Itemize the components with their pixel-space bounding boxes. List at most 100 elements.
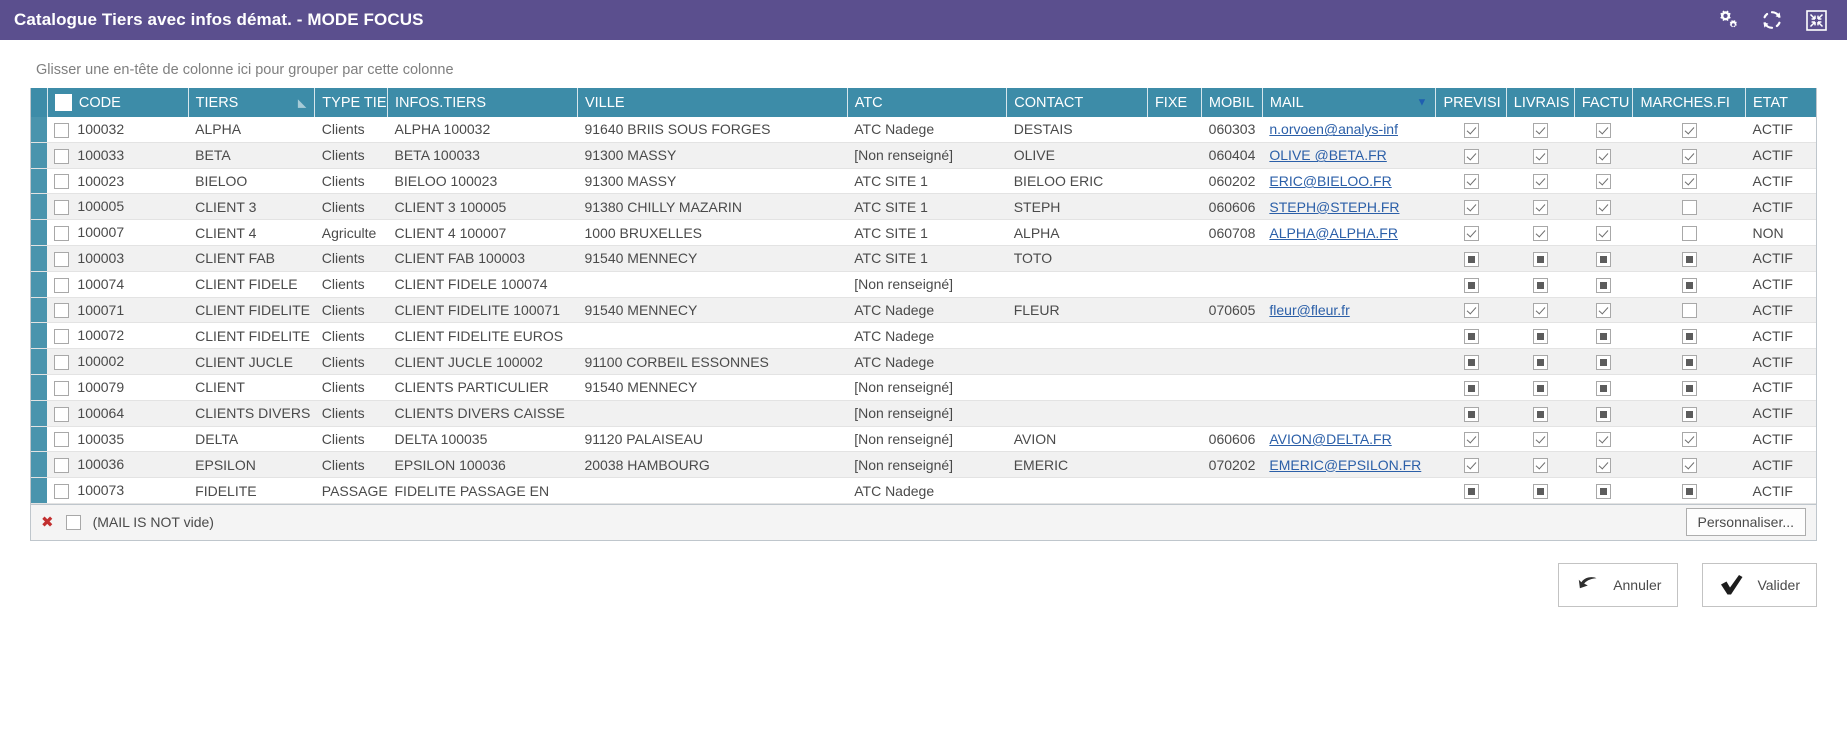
cell-livrais[interactable] bbox=[1506, 297, 1574, 323]
cell-type-tie[interactable]: Clients bbox=[315, 323, 388, 349]
cell-tiers[interactable]: FIDELITE bbox=[188, 478, 315, 504]
cell-previsi-checkbox[interactable] bbox=[1464, 381, 1479, 396]
cell-factu-checkbox[interactable] bbox=[1596, 200, 1611, 215]
cell-ville[interactable]: 91540 MENNECY bbox=[577, 297, 847, 323]
cell-tiers[interactable]: CLIENT FIDELITE bbox=[188, 297, 315, 323]
filter-enabled-checkbox[interactable] bbox=[66, 515, 81, 530]
cell-livrais[interactable] bbox=[1506, 426, 1574, 452]
cell-livrais[interactable] bbox=[1506, 349, 1574, 375]
cell-mobil[interactable]: 060404 bbox=[1201, 142, 1262, 168]
cell-mail[interactable]: EMERIC@EPSILON.FR bbox=[1262, 452, 1436, 478]
cell-livrais-checkbox[interactable] bbox=[1533, 407, 1548, 422]
cell-marches-fi-checkbox[interactable] bbox=[1682, 407, 1697, 422]
column-header-tiers[interactable]: TIERS ◣ bbox=[188, 88, 315, 117]
gears-icon[interactable] bbox=[1717, 9, 1739, 31]
cell-tiers[interactable]: ALPHA bbox=[188, 117, 315, 142]
cell-atc[interactable]: [Non renseigné] bbox=[847, 271, 1007, 297]
column-header-fixe[interactable]: FIXE bbox=[1147, 88, 1201, 117]
cell-mobil[interactable]: 070202 bbox=[1201, 452, 1262, 478]
cell-previsi-checkbox[interactable] bbox=[1464, 432, 1479, 447]
cell-factu[interactable] bbox=[1574, 323, 1633, 349]
cell-previsi[interactable] bbox=[1436, 142, 1506, 168]
refresh-icon[interactable] bbox=[1761, 9, 1783, 31]
cell-previsi[interactable] bbox=[1436, 194, 1506, 220]
cell-fixe[interactable] bbox=[1147, 168, 1201, 194]
cell-infos-tiers[interactable]: FIDELITE PASSAGE EN bbox=[388, 478, 578, 504]
cell-fixe[interactable] bbox=[1147, 323, 1201, 349]
cell-factu[interactable] bbox=[1574, 297, 1633, 323]
mail-link[interactable]: ALPHA@ALPHA.FR bbox=[1269, 225, 1398, 241]
cell-livrais[interactable] bbox=[1506, 220, 1574, 246]
cell-factu-checkbox[interactable] bbox=[1596, 303, 1611, 318]
cell-code[interactable]: 100003 bbox=[47, 245, 188, 271]
cell-etat[interactable]: ACTIF bbox=[1746, 323, 1816, 349]
cell-infos-tiers[interactable]: CLIENT 4 100007 bbox=[388, 220, 578, 246]
cell-contact[interactable]: AVION bbox=[1007, 426, 1148, 452]
cell-factu[interactable] bbox=[1574, 478, 1633, 504]
cell-livrais-checkbox[interactable] bbox=[1533, 200, 1548, 215]
cell-tiers[interactable]: CLIENT JUCLE bbox=[188, 349, 315, 375]
cell-mail[interactable]: ALPHA@ALPHA.FR bbox=[1262, 220, 1436, 246]
column-header-factu[interactable]: FACTU bbox=[1574, 88, 1633, 117]
cell-code[interactable]: 100071 bbox=[47, 297, 188, 323]
cell-livrais[interactable] bbox=[1506, 374, 1574, 400]
cell-mobil[interactable] bbox=[1201, 245, 1262, 271]
cell-etat[interactable]: ACTIF bbox=[1746, 117, 1816, 142]
row-indicator-cell[interactable]: ➤ bbox=[31, 220, 47, 246]
cell-contact[interactable]: EMERIC bbox=[1007, 452, 1148, 478]
cell-code[interactable]: 100064 bbox=[47, 400, 188, 426]
cell-mobil[interactable]: 060202 bbox=[1201, 168, 1262, 194]
cell-fixe[interactable] bbox=[1147, 220, 1201, 246]
cell-type-tie[interactable]: Clients bbox=[315, 400, 388, 426]
cell-previsi-checkbox[interactable] bbox=[1464, 458, 1479, 473]
cell-code[interactable]: 100073 bbox=[47, 478, 188, 504]
row-indicator-cell[interactable] bbox=[31, 245, 47, 271]
cell-mobil[interactable] bbox=[1201, 349, 1262, 375]
cell-marches-fi-checkbox[interactable] bbox=[1682, 458, 1697, 473]
row-indicator-cell[interactable] bbox=[31, 271, 47, 297]
cell-mail[interactable]: ERIC@BIELOO.FR bbox=[1262, 168, 1436, 194]
cell-infos-tiers[interactable]: CLIENT FIDELITE EUROS bbox=[388, 323, 578, 349]
cell-previsi-checkbox[interactable] bbox=[1464, 226, 1479, 241]
cell-etat[interactable]: NON bbox=[1746, 220, 1816, 246]
filter-funnel-icon[interactable]: ▼ bbox=[1417, 97, 1428, 108]
cell-mail[interactable] bbox=[1262, 245, 1436, 271]
cell-marches-fi-checkbox[interactable] bbox=[1682, 174, 1697, 189]
cell-marches-fi-checkbox[interactable] bbox=[1682, 432, 1697, 447]
cell-type-tie[interactable]: PASSAGE bbox=[315, 478, 388, 504]
cell-atc[interactable]: ATC Nadege bbox=[847, 117, 1007, 142]
cell-marches-fi[interactable] bbox=[1633, 220, 1746, 246]
row-indicator-cell[interactable] bbox=[31, 478, 47, 504]
cell-ville[interactable] bbox=[577, 478, 847, 504]
row-select-checkbox[interactable] bbox=[54, 484, 69, 499]
cell-marches-fi-checkbox[interactable] bbox=[1682, 149, 1697, 164]
cell-mobil[interactable] bbox=[1201, 323, 1262, 349]
cell-previsi[interactable] bbox=[1436, 271, 1506, 297]
cell-etat[interactable]: ACTIF bbox=[1746, 374, 1816, 400]
cell-factu-checkbox[interactable] bbox=[1596, 432, 1611, 447]
cell-contact[interactable]: STEPH bbox=[1007, 194, 1148, 220]
cell-etat[interactable]: ACTIF bbox=[1746, 349, 1816, 375]
cell-marches-fi-checkbox[interactable] bbox=[1682, 329, 1697, 344]
cell-factu[interactable] bbox=[1574, 271, 1633, 297]
cell-infos-tiers[interactable]: DELTA 100035 bbox=[388, 426, 578, 452]
table-row[interactable]: 100003CLIENT FABClientsCLIENT FAB 100003… bbox=[31, 245, 1816, 271]
row-indicator-cell[interactable] bbox=[31, 452, 47, 478]
cell-mobil[interactable] bbox=[1201, 400, 1262, 426]
cell-marches-fi-checkbox[interactable] bbox=[1682, 381, 1697, 396]
cell-type-tie[interactable]: Clients bbox=[315, 452, 388, 478]
cell-mobil[interactable]: 060606 bbox=[1201, 194, 1262, 220]
cell-marches-fi-checkbox[interactable] bbox=[1682, 226, 1697, 241]
mail-link[interactable]: n.orvoen@analys-inf bbox=[1269, 121, 1398, 137]
cell-ville[interactable]: 91100 CORBEIL ESSONNES bbox=[577, 349, 847, 375]
cell-previsi[interactable] bbox=[1436, 220, 1506, 246]
cell-atc[interactable]: [Non renseigné] bbox=[847, 142, 1007, 168]
cell-ville[interactable]: 91300 MASSY bbox=[577, 168, 847, 194]
cell-code[interactable]: 100036 bbox=[47, 452, 188, 478]
cell-etat[interactable]: ACTIF bbox=[1746, 452, 1816, 478]
cell-previsi-checkbox[interactable] bbox=[1464, 407, 1479, 422]
cell-factu[interactable] bbox=[1574, 194, 1633, 220]
cell-livrais[interactable] bbox=[1506, 271, 1574, 297]
table-row[interactable]: 100074CLIENT FIDELEClientsCLIENT FIDELE … bbox=[31, 271, 1816, 297]
row-indicator-cell[interactable] bbox=[31, 117, 47, 142]
